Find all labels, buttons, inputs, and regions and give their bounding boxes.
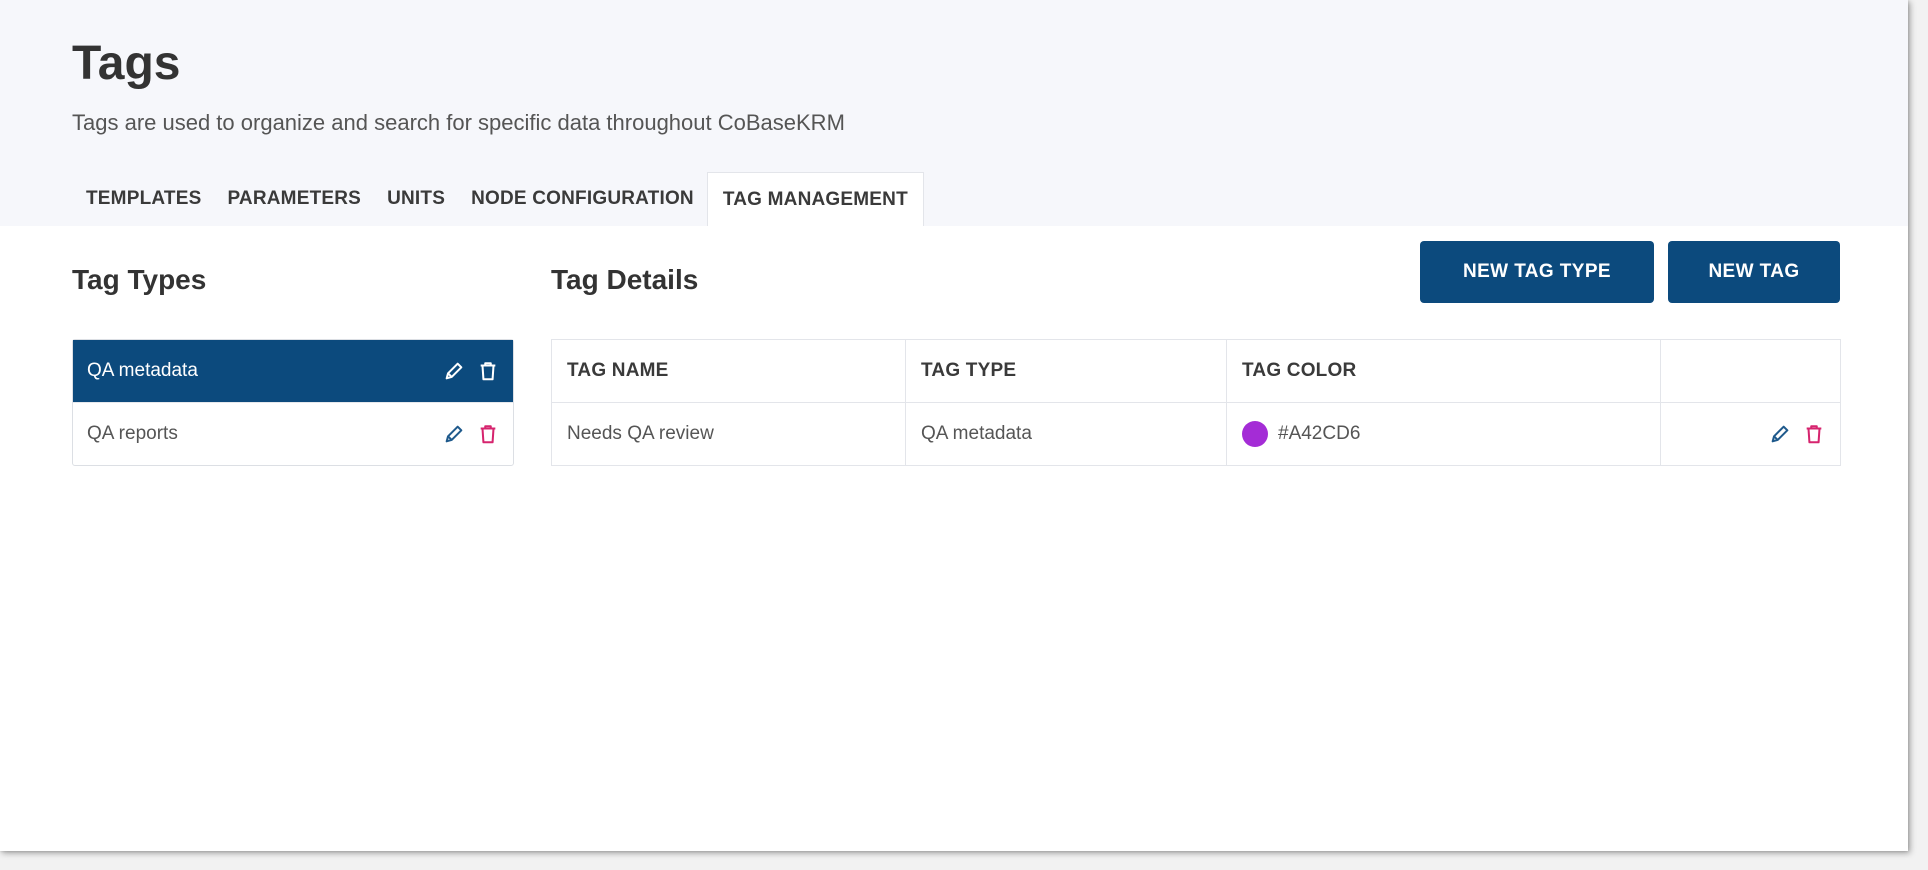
page-subtitle: Tags are used to organize and search for… <box>72 110 845 135</box>
tag-type-actions <box>443 360 499 382</box>
column-header-tag-name[interactable]: TAG NAME <box>551 339 906 403</box>
tag-type-item-qa-reports[interactable]: QA reports <box>73 402 513 465</box>
color-swatch <box>1242 421 1268 447</box>
tag-name-cell: Needs QA review <box>551 402 906 466</box>
new-tag-type-button[interactable]: NEW TAG TYPE <box>1420 241 1654 303</box>
trash-icon[interactable] <box>477 423 499 445</box>
column-header-tag-color[interactable]: TAG COLOR <box>1226 339 1661 403</box>
tag-details-table: TAG NAME TAG TYPE TAG COLOR Needs QA rev… <box>551 339 1841 466</box>
tag-type-actions <box>443 423 499 445</box>
tag-type-label: QA metadata <box>87 360 198 381</box>
app-window: Tags Tags are used to organize and searc… <box>0 0 1908 851</box>
tag-type-item-qa-metadata[interactable]: QA metadata <box>73 340 513 402</box>
tag-details-title: Tag Details <box>551 264 699 295</box>
tab-node-configuration[interactable]: NODE CONFIGURATION <box>458 172 707 226</box>
tag-color-cell: #A42CD6 <box>1226 402 1661 466</box>
column-header-tag-type[interactable]: TAG TYPE <box>905 339 1227 403</box>
row-actions-cell <box>1660 402 1841 466</box>
table-row[interactable]: Needs QA review QA metadata #A42CD6 <box>551 402 1841 466</box>
column-header-actions <box>1660 339 1841 403</box>
trash-icon[interactable] <box>1803 423 1825 445</box>
row-actions <box>1676 423 1825 445</box>
tab-units[interactable]: UNITS <box>374 172 458 226</box>
pencil-icon[interactable] <box>1769 423 1791 445</box>
tab-bar: TEMPLATES PARAMETERS UNITS NODE CONFIGUR… <box>72 172 924 226</box>
tag-type-cell: QA metadata <box>905 402 1227 466</box>
pencil-icon[interactable] <box>443 360 465 382</box>
trash-icon[interactable] <box>477 360 499 382</box>
tag-color-value: #A42CD6 <box>1278 423 1361 444</box>
page-title: Tags <box>72 37 181 90</box>
page-header: Tags Tags are used to organize and searc… <box>0 0 1908 226</box>
tag-types-title: Tag Types <box>72 264 207 295</box>
table-header-row: TAG NAME TAG TYPE TAG COLOR <box>551 339 1841 403</box>
tab-tag-management[interactable]: TAG MANAGEMENT <box>706 172 924 226</box>
tag-types-list: QA metadata QA reports <box>72 339 514 466</box>
new-tag-button[interactable]: NEW TAG <box>1668 241 1840 303</box>
tab-parameters[interactable]: PARAMETERS <box>214 172 374 226</box>
tab-templates[interactable]: TEMPLATES <box>72 172 214 226</box>
tag-type-label: QA reports <box>87 423 178 444</box>
pencil-icon[interactable] <box>443 423 465 445</box>
